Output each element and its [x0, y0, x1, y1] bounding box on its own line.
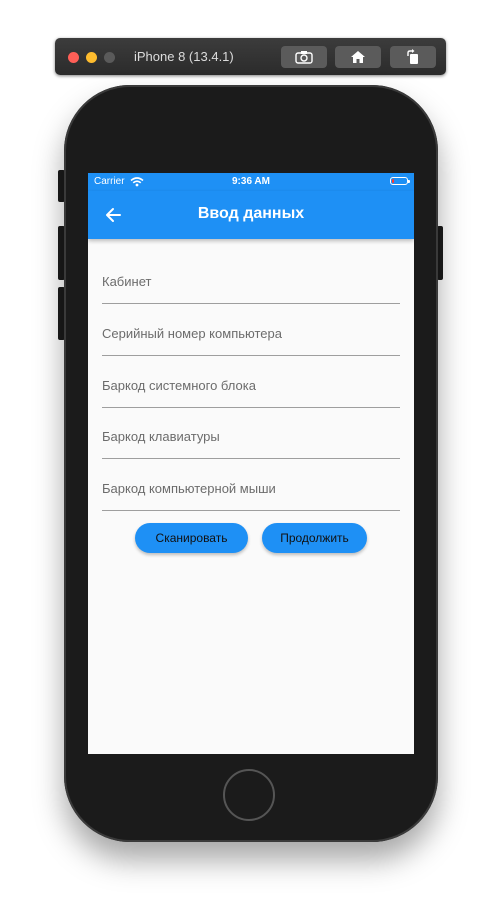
status-bar: Carrier 9:36 AM — [88, 173, 414, 191]
scan-button[interactable]: Сканировать — [135, 523, 248, 553]
screenshot-button[interactable] — [281, 46, 327, 68]
simulator-title: iPhone 8 (13.4.1) — [134, 49, 234, 64]
app-screen: Carrier 9:36 AM Ввод данных Сканировать … — [88, 173, 414, 754]
app-bar: Ввод данных — [88, 191, 414, 239]
keyboard-barcode-input[interactable] — [102, 429, 400, 444]
home-button[interactable] — [335, 46, 381, 68]
keyboard-barcode-field[interactable] — [102, 407, 400, 459]
page-title: Ввод данных — [197, 205, 305, 222]
serial-number-input[interactable] — [102, 326, 400, 341]
simulator-titlebar: iPhone 8 (13.4.1) — [55, 38, 446, 75]
serial-number-field[interactable] — [102, 304, 400, 356]
rotate-icon — [407, 49, 418, 64]
minimize-window-button[interactable] — [86, 52, 97, 63]
battery-icon — [390, 177, 410, 185]
screenshot-icon — [295, 51, 313, 64]
mouse-barcode-input[interactable] — [102, 481, 400, 496]
phone-home-button[interactable] — [223, 769, 275, 821]
system-unit-barcode-input[interactable] — [102, 378, 400, 393]
cabinet-input[interactable] — [102, 274, 400, 289]
status-time: 9:36 AM — [232, 176, 270, 187]
close-window-button[interactable] — [68, 52, 79, 63]
mouse-barcode-field[interactable] — [102, 459, 400, 511]
system-unit-barcode-field[interactable] — [102, 356, 400, 408]
zoom-window-button[interactable] — [104, 52, 115, 63]
cabinet-field[interactable] — [102, 252, 400, 304]
continue-button[interactable]: Продолжить — [262, 523, 367, 553]
home-icon — [351, 51, 365, 63]
rotate-button[interactable] — [390, 46, 436, 68]
